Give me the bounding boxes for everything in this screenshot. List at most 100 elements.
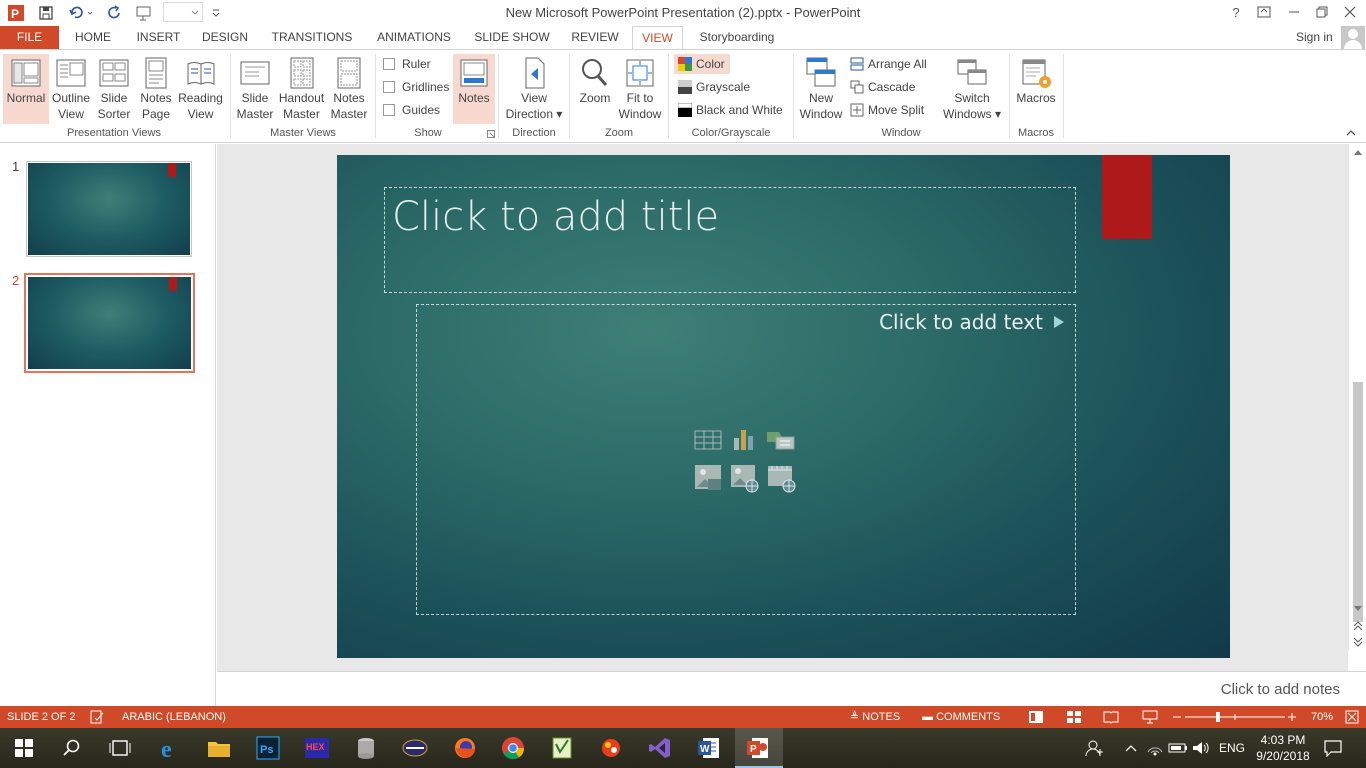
edge-icon[interactable]: e (156, 733, 186, 763)
notes-status-button[interactable]: ≜ NOTES (850, 710, 900, 724)
fit-to-window-button[interactable]: Fit to Window (616, 54, 664, 124)
file-explorer-icon[interactable] (204, 733, 234, 763)
input-language[interactable]: ENG (1219, 741, 1245, 755)
cascade-button[interactable]: Cascade (846, 77, 915, 97)
slide-show-status-icon[interactable] (1142, 710, 1158, 724)
slide-master-icon (239, 56, 271, 90)
guides-checkbox[interactable]: Guides (380, 100, 440, 120)
tab-review[interactable]: REVIEW (566, 26, 624, 50)
firefox-icon[interactable] (450, 733, 480, 763)
title-placeholder[interactable]: Click to add title (384, 187, 1076, 293)
tab-storyboarding[interactable]: Storyboarding (692, 26, 782, 50)
insert-pictures-icon[interactable] (694, 463, 722, 491)
new-window-button[interactable]: New Window (797, 54, 845, 124)
insert-table-icon[interactable] (694, 428, 722, 452)
outline-view-button[interactable]: Outline View (49, 54, 93, 124)
slide-sorter-status-icon[interactable] (1066, 710, 1082, 724)
restore-icon[interactable] (1308, 0, 1336, 24)
grayscale-button[interactable]: Grayscale (674, 77, 750, 97)
avatar[interactable] (1341, 26, 1365, 49)
tab-insert[interactable]: INSERT (131, 26, 186, 50)
slide-canvas[interactable]: Click to add title Click to add text (337, 155, 1230, 658)
previous-slide-icon[interactable] (1352, 620, 1364, 632)
fit-slide-icon[interactable] (1345, 710, 1359, 724)
color-button[interactable]: Color (674, 54, 730, 74)
volume-icon[interactable] (1186, 733, 1216, 763)
insert-video-icon[interactable] (767, 463, 797, 493)
handout-master-button[interactable]: Handout Master (276, 54, 327, 124)
minimize-icon[interactable] (1280, 0, 1308, 24)
normal-view-button[interactable]: Normal (3, 54, 49, 124)
insert-smartart-icon[interactable] (766, 428, 796, 452)
vertical-scrollbar[interactable] (1348, 144, 1366, 650)
people-icon[interactable] (1080, 733, 1110, 763)
tab-slide-show[interactable]: SLIDE SHOW (470, 26, 554, 50)
hex-editor-icon[interactable]: HEX (302, 733, 332, 763)
black-and-white-button[interactable]: Black and White (674, 100, 783, 120)
ribbon: Normal Outline View Slide Sorter Notes P… (0, 49, 1366, 143)
slide-master-button[interactable]: Slide Master (234, 54, 276, 124)
word-icon[interactable]: W (694, 733, 724, 763)
comments-status-button[interactable]: ▬ COMMENTS (922, 710, 1000, 724)
sign-in-link[interactable]: Sign in (1296, 30, 1333, 44)
notes-pane[interactable]: Click to add notes (217, 671, 1366, 706)
switch-windows-icon (956, 56, 988, 90)
tab-animations[interactable]: ANIMATIONS (368, 26, 460, 50)
close-icon[interactable] (1336, 0, 1364, 24)
bullet-arrow-icon (1053, 315, 1065, 329)
gridlines-checkbox[interactable]: Gridlines (380, 77, 449, 97)
reading-view-status-icon[interactable] (1103, 710, 1119, 724)
slide-sorter-button[interactable]: Slide Sorter (93, 54, 135, 124)
next-slide-icon[interactable] (1352, 636, 1364, 648)
spelling-check-icon[interactable] (90, 710, 104, 724)
notes-master-button[interactable]: Notes Master (327, 54, 371, 124)
normal-view-status-icon[interactable] (1028, 710, 1044, 724)
zoom-out-icon[interactable] (1172, 710, 1182, 724)
ribbon-display-options-icon[interactable] (1250, 0, 1278, 24)
tab-view[interactable]: VIEW (632, 26, 683, 51)
search-icon[interactable] (57, 733, 87, 763)
tab-design[interactable]: DESIGN (196, 26, 254, 50)
arrange-all-button[interactable]: Arrange All (846, 54, 927, 74)
scroll-up-arrow-icon[interactable] (1352, 147, 1364, 157)
scroll-down-arrow-icon[interactable] (1352, 604, 1364, 614)
view-direction-button[interactable]: View Direction ▾ (502, 54, 566, 124)
tab-transitions[interactable]: TRANSITIONS (265, 26, 359, 50)
zoom-level[interactable]: 70% (1311, 710, 1333, 724)
show-dialog-launcher-icon[interactable] (487, 130, 495, 138)
help-button[interactable]: ? (1222, 0, 1250, 24)
move-split-button[interactable]: Move Split (846, 100, 924, 120)
media-player-icon[interactable] (400, 733, 430, 763)
switch-windows-button[interactable]: Switch Windows ▾ (940, 54, 1004, 124)
content-placeholder[interactable]: Click to add text (416, 304, 1076, 615)
scroll-thumb[interactable] (1353, 382, 1363, 622)
insert-online-pictures-icon[interactable] (730, 463, 760, 493)
zoom-button[interactable]: Zoom (574, 54, 616, 124)
zoom-in-icon[interactable] (1287, 710, 1297, 724)
notes-page-button[interactable]: Notes Page (135, 54, 177, 124)
start-icon[interactable] (9, 733, 39, 763)
grayscale-icon (678, 80, 692, 94)
reading-view-button[interactable]: Reading View (177, 54, 224, 124)
tab-home[interactable]: HOME (67, 26, 119, 50)
action-center-icon[interactable] (1318, 733, 1348, 763)
notepad-icon[interactable] (547, 733, 577, 763)
database-icon[interactable] (351, 733, 381, 763)
slide-thumbnail-2[interactable] (24, 273, 195, 373)
ruler-checkbox[interactable]: Ruler (380, 54, 431, 74)
visual-studio-icon[interactable] (645, 733, 675, 763)
language-indicator[interactable]: ARABIC (LEBANON) (122, 710, 226, 724)
zoom-slider[interactable] (1185, 710, 1285, 724)
photoshop-icon[interactable]: Ps (253, 733, 283, 763)
task-view-icon[interactable] (105, 733, 135, 763)
powerpoint-icon[interactable]: P (743, 733, 773, 763)
tab-file[interactable]: FILE (0, 26, 59, 50)
paint-icon[interactable] (596, 733, 626, 763)
collapse-ribbon-icon[interactable] (1345, 128, 1357, 138)
slide-thumbnail-1[interactable] (26, 161, 192, 257)
chrome-icon[interactable] (498, 733, 528, 763)
notes-toggle-button[interactable]: Notes (453, 54, 495, 124)
clock[interactable]: 4:03 PM 9/20/2018 (1250, 732, 1316, 764)
insert-chart-icon[interactable] (730, 428, 758, 452)
macros-button[interactable]: Macros (1013, 54, 1059, 124)
